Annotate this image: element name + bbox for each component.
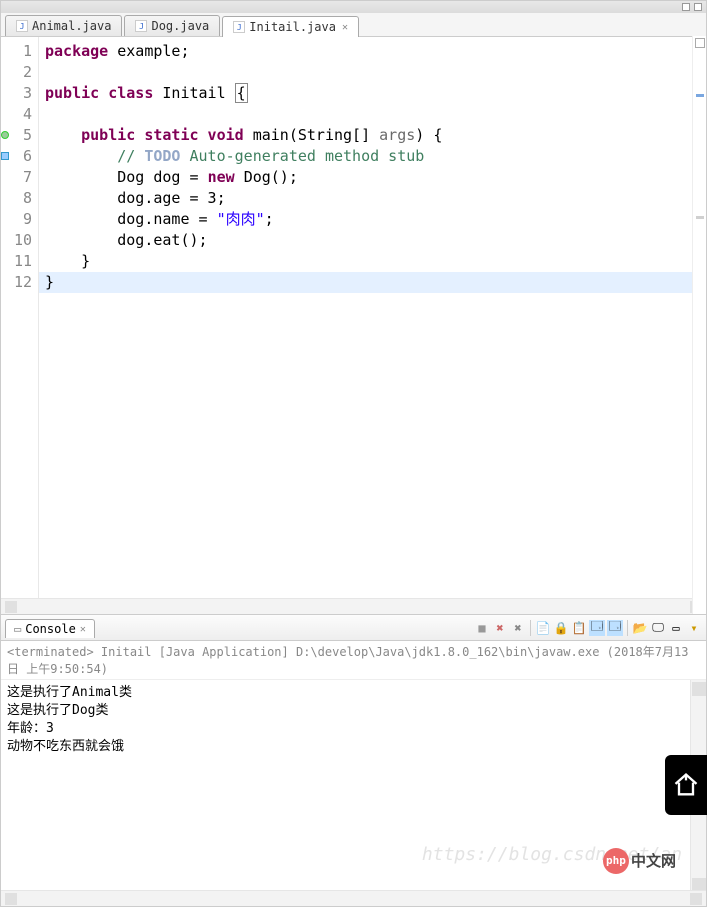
ruler-task-marker[interactable] [696, 94, 704, 97]
tab-dog-java[interactable]: J Dog.java [124, 15, 220, 36]
code-line[interactable]: public static void main(String[] args) { [45, 125, 700, 146]
java-file-icon: J [16, 20, 28, 32]
line-number: 11 [3, 251, 32, 272]
show-console-button[interactable]: 🗔 [607, 620, 623, 636]
new-console-button[interactable]: 🖵 [650, 620, 666, 636]
tab-animal-java[interactable]: J Animal.java [5, 15, 122, 36]
tab-console[interactable]: ▭ Console ✕ [5, 619, 95, 638]
console-line: 这是执行了Animal类 [7, 684, 700, 702]
scroll-up-icon[interactable] [692, 682, 706, 696]
task-marker-icon[interactable] [1, 152, 9, 160]
line-number: 9 [3, 209, 32, 230]
scroll-lock-button[interactable]: 🔒 [553, 620, 569, 636]
code-line[interactable]: dog.age = 3; [45, 188, 700, 209]
logo-badge: php [603, 848, 629, 874]
separator [530, 620, 531, 636]
code-line[interactable]: public class Initail { [45, 83, 700, 104]
code-line[interactable] [45, 104, 700, 125]
close-icon[interactable]: ✕ [80, 624, 86, 635]
code-line[interactable] [45, 62, 700, 83]
java-file-icon: J [233, 21, 245, 33]
code-line[interactable]: // TODO Auto-generated method stub [45, 146, 700, 167]
line-number: 1 [3, 41, 32, 62]
clear-console-button[interactable]: 📄 [535, 620, 551, 636]
tab-initail-java[interactable]: J Initail.java ✕ [222, 16, 359, 37]
back-to-top-button[interactable] [665, 755, 707, 815]
minimize-button[interactable]: ▭ [668, 620, 684, 636]
line-number: 8 [3, 188, 32, 209]
editor-area[interactable]: 123456789101112 package example;public c… [1, 37, 706, 598]
tab-label: Dog.java [151, 19, 209, 33]
tab-label: Animal.java [32, 19, 111, 33]
line-number: 10 [3, 230, 32, 251]
console-line: 动物不吃东西就会饿 [7, 738, 700, 756]
code-line[interactable]: Dog dog = new Dog(); [45, 167, 700, 188]
ruler-summary-icon [695, 38, 705, 48]
console-icon: ▭ [14, 622, 21, 636]
terminate-button[interactable]: ■ [474, 620, 490, 636]
line-number: 3 [3, 83, 32, 104]
console-tab-label: Console [25, 622, 76, 636]
display-selected-button[interactable]: 🗔 [589, 620, 605, 636]
pin-console-button[interactable]: 📋 [571, 620, 587, 636]
code-area[interactable]: package example; public class Initail { p… [39, 37, 706, 598]
code-line[interactable]: dog.name = "肉肉"; [45, 209, 700, 230]
house-up-icon [672, 771, 700, 799]
console-line: 这是执行了Dog类 [7, 702, 700, 720]
remove-all-button[interactable]: ✖ [510, 620, 526, 636]
logo-text: 中文网 [631, 852, 676, 870]
editor-container: 123456789101112 package example;public c… [1, 37, 706, 615]
console-header: ▭ Console ✕ ■ ✖ ✖ 📄 🔒 📋 🗔 🗔 📂 🖵 ▭ ▾ [1, 615, 706, 641]
scroll-left-icon[interactable] [5, 893, 17, 905]
line-number: 12 [3, 272, 32, 293]
window-controls [1, 1, 706, 13]
line-number: 6 [3, 146, 32, 167]
site-logo: php 中文网 [603, 848, 676, 874]
code-line[interactable]: } [45, 251, 700, 272]
view-menu-button[interactable]: ▾ [686, 620, 702, 636]
editor-tab-bar: J Animal.java J Dog.java J Initail.java … [1, 13, 706, 37]
method-marker-icon[interactable] [1, 131, 9, 139]
code-line[interactable]: dog.eat(); [45, 230, 700, 251]
code-line[interactable]: } [39, 272, 706, 293]
line-number: 7 [3, 167, 32, 188]
console-horizontal-scrollbar[interactable] [1, 890, 706, 906]
console-panel: ▭ Console ✕ ■ ✖ ✖ 📄 🔒 📋 🗔 🗔 📂 🖵 ▭ ▾ <ter… [1, 615, 706, 894]
scroll-left-icon[interactable] [5, 601, 17, 613]
remove-launch-button[interactable]: ✖ [492, 620, 508, 636]
maximize-icon[interactable] [694, 3, 702, 11]
tab-label: Initail.java [249, 20, 336, 34]
console-output[interactable]: 这是执行了Animal类这是执行了Dog类年龄：3动物不吃东西就会饿 https… [1, 680, 706, 894]
open-console-button[interactable]: 📂 [632, 620, 648, 636]
console-status: <terminated> Initail [Java Application] … [1, 641, 706, 680]
code-line[interactable]: package example; [45, 41, 700, 62]
java-file-icon: J [135, 20, 147, 32]
overview-ruler[interactable] [692, 36, 706, 614]
close-icon[interactable]: ✕ [342, 22, 348, 33]
line-number: 5 [3, 125, 32, 146]
watermark-text: https://blog.csdn.net/an [422, 846, 682, 864]
line-gutter: 123456789101112 [1, 37, 39, 598]
ruler-occurrence-marker[interactable] [696, 216, 704, 219]
minimize-icon[interactable] [682, 3, 690, 11]
console-toolbar: ■ ✖ ✖ 📄 🔒 📋 🗔 🗔 📂 🖵 ▭ ▾ [474, 620, 702, 636]
scroll-right-icon[interactable] [690, 893, 702, 905]
line-number: 2 [3, 62, 32, 83]
horizontal-scrollbar[interactable] [1, 598, 706, 614]
console-line: 年龄：3 [7, 720, 700, 738]
line-number: 4 [3, 104, 32, 125]
separator [627, 620, 628, 636]
